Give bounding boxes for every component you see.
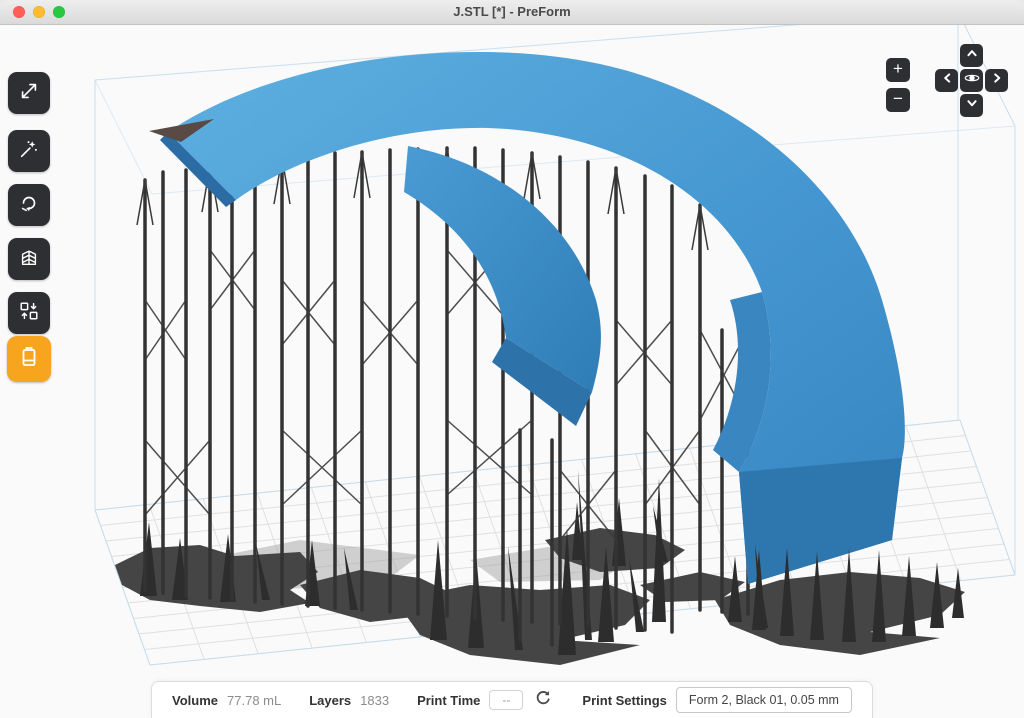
refresh-print-time-button[interactable] (532, 689, 554, 711)
volume-stat: Volume 77.78 mL (172, 693, 281, 708)
zoom-out-button[interactable]: − (886, 88, 910, 112)
resin-cartridge-icon (17, 345, 41, 374)
chevron-up-icon (963, 44, 981, 67)
layout-arrows-icon (18, 300, 40, 327)
resize-diagonal-icon (18, 80, 40, 107)
rotate-up-button[interactable] (960, 44, 983, 67)
window-title: J.STL [*] - PreForm (0, 0, 1024, 24)
layers-stat: Layers 1833 (309, 693, 389, 708)
rotate-right-button[interactable] (985, 69, 1008, 92)
rotate-arrow-icon (18, 192, 40, 219)
model-j[interactable] (149, 52, 905, 584)
refresh-icon (534, 689, 552, 712)
print-settings-label: Print Settings (582, 693, 667, 708)
print-settings-stat: Print Settings Form 2, Black 01, 0.05 mm (582, 687, 852, 713)
status-bar: Volume 77.78 mL Layers 1833 Print Time -… (151, 681, 873, 718)
zoom-in-button[interactable]: + (886, 58, 910, 82)
print-time-label: Print Time (417, 693, 480, 708)
magic-wand-icon (18, 138, 40, 165)
layout-tool-button[interactable] (8, 292, 50, 334)
support-structures (137, 148, 748, 655)
rotate-down-button[interactable] (960, 94, 983, 117)
chevron-left-icon (938, 69, 956, 92)
layers-value: 1833 (360, 693, 389, 708)
orientation-tool-button[interactable] (8, 184, 50, 226)
orbit-view-icon (963, 69, 981, 92)
one-click-print-button[interactable] (8, 130, 50, 172)
preform-window: J.STL [*] - PreForm (0, 0, 1024, 718)
viewport-3d[interactable] (0, 0, 1024, 718)
titlebar: J.STL [*] - PreForm (0, 0, 1024, 25)
print-time-stat: Print Time -- (417, 689, 554, 711)
rotate-left-button[interactable] (935, 69, 958, 92)
print-button[interactable] (7, 336, 51, 382)
supports-tool-button[interactable] (8, 238, 50, 280)
zoom-panel: + − (886, 58, 910, 112)
volume-label: Volume (172, 693, 218, 708)
layers-label: Layers (309, 693, 351, 708)
volume-value: 77.78 mL (227, 693, 281, 708)
orbit-home-button[interactable] (960, 69, 983, 92)
view-dpad (935, 44, 1008, 117)
chevron-down-icon (963, 94, 981, 117)
print-time-value: -- (489, 690, 523, 710)
supports-lattice-icon (18, 246, 40, 273)
print-settings-dropdown[interactable]: Form 2, Black 01, 0.05 mm (676, 687, 852, 713)
size-tool-button[interactable] (8, 72, 50, 114)
chevron-right-icon (988, 69, 1006, 92)
